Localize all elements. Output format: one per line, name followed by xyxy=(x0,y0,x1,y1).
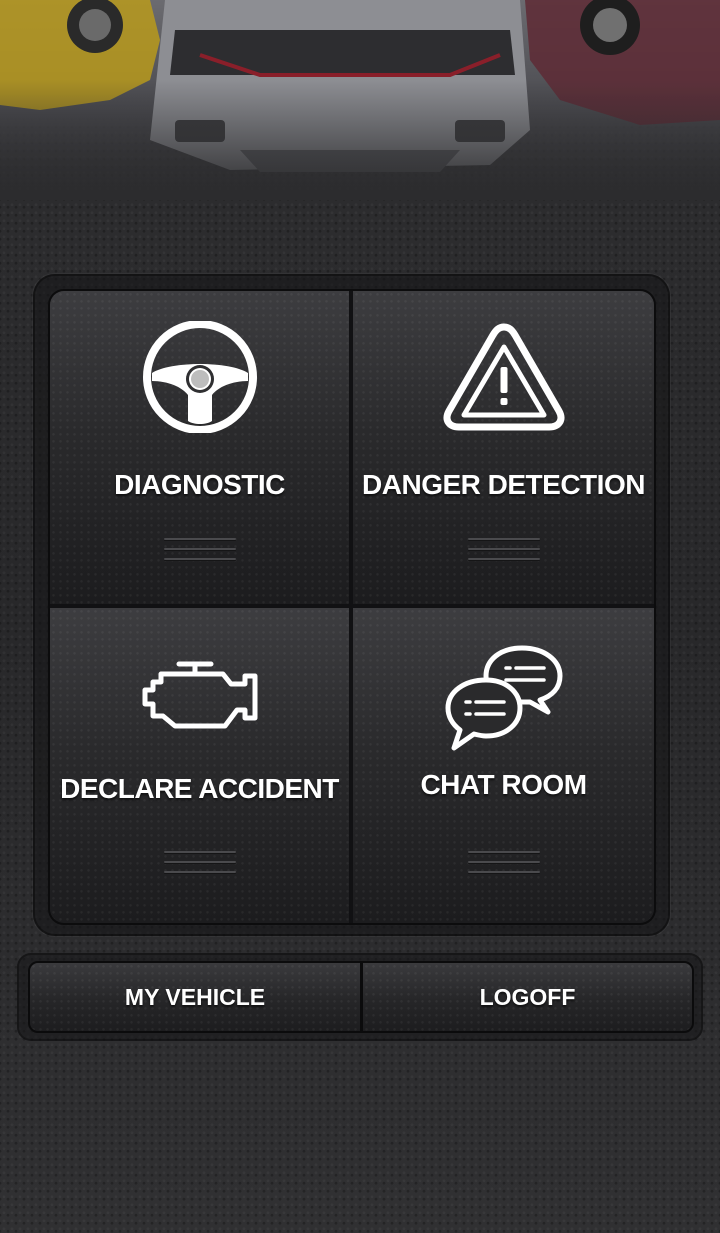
grip-lines-icon xyxy=(163,851,236,881)
grip-lines-icon xyxy=(163,538,236,568)
warning-triangle-icon xyxy=(443,323,564,431)
diagnostic-tile[interactable]: DIAGNOSTIC xyxy=(50,291,349,604)
declare-accident-label: DECLARE ACCIDENT xyxy=(60,773,339,804)
my-vehicle-button[interactable]: MY VEHICLE xyxy=(30,963,360,1031)
diagnostic-label: DIAGNOSTIC xyxy=(114,469,285,500)
bottom-bar: MY VEHICLE LOGOFF xyxy=(28,961,694,1033)
declare-accident-tile[interactable]: DECLARE ACCIDENT xyxy=(50,608,349,923)
header-car-photo xyxy=(0,0,720,200)
grip-lines-icon xyxy=(467,851,540,881)
steering-wheel-icon xyxy=(142,321,257,433)
logoff-button[interactable]: LOGOFF xyxy=(363,963,692,1031)
danger-detection-tile[interactable]: DANGER DETECTION xyxy=(353,291,654,604)
engine-icon xyxy=(142,661,257,729)
grip-lines-icon xyxy=(467,538,540,568)
chat-room-tile[interactable]: CHAT ROOM xyxy=(353,608,654,923)
chat-bubbles-icon xyxy=(445,645,562,751)
danger-detection-label: DANGER DETECTION xyxy=(362,469,645,500)
chat-room-label: CHAT ROOM xyxy=(420,769,587,800)
menu-grid: DIAGNOSTIC DANGER DETECTION DECLARE ACCI… xyxy=(48,289,656,925)
